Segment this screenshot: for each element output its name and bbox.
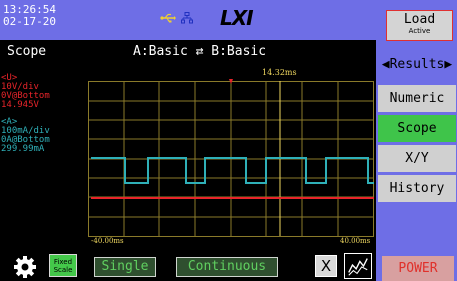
continuous-button[interactable]: Continuous (176, 257, 278, 277)
lan-icon (181, 12, 193, 24)
clock: 13:26:54 02-17-20 (3, 4, 56, 28)
current-trace (91, 157, 374, 184)
tab-scope[interactable]: Scope (378, 115, 456, 142)
fixed-scale-toggle[interactable]: Fixed Scale (49, 254, 77, 277)
tab-history[interactable]: History (378, 175, 456, 202)
cursor-time-label: 14.32ms (262, 68, 297, 77)
load-button[interactable]: Load Active (386, 10, 453, 41)
voltage-value: 14.945V (1, 100, 39, 110)
waveform-icon[interactable] (344, 253, 372, 279)
x-axis-max-label: 40.00ms (340, 237, 371, 245)
channel-config-title: A:Basic ⇄ B:Basic (133, 44, 267, 59)
current-channel-readout: <A> 100mA/div 0A@Bottom 299.99mA (1, 118, 50, 154)
single-button[interactable]: Single (94, 257, 156, 277)
x-axis-min-label: -40.00ms (91, 237, 124, 245)
results-nav[interactable]: ◀Results▶ (378, 57, 456, 72)
current-value: 299.99mA (1, 144, 45, 154)
gear-icon[interactable] (12, 255, 38, 279)
page-title: Scope (7, 44, 47, 59)
date-readout: 02-17-20 (3, 15, 56, 28)
lxi-logo: LXI (220, 6, 254, 30)
usb-icon (160, 13, 176, 23)
load-status: Active (408, 27, 431, 35)
tab-numeric[interactable]: Numeric (378, 85, 456, 112)
status-bar: 13:26:54 02-17-20 LXI (0, 0, 376, 40)
clear-button[interactable]: X (315, 255, 337, 277)
voltage-channel-readout: <U> 10V/div 0V@Bottom 14.945V (1, 74, 50, 110)
tab-xy[interactable]: X/Y (378, 145, 456, 172)
power-button[interactable]: POWER (382, 256, 454, 281)
scope-plot[interactable] (88, 66, 374, 246)
load-label: Load (403, 12, 436, 27)
